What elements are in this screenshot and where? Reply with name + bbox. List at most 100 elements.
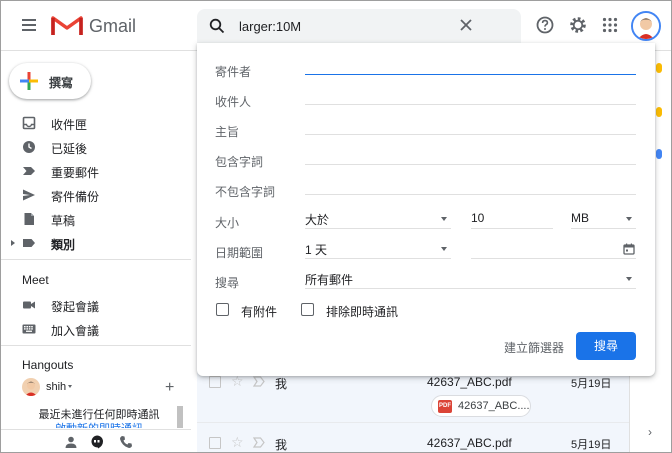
draft-icon <box>24 213 34 225</box>
has-attachment-checkbox[interactable] <box>216 303 229 316</box>
date-input[interactable] <box>471 239 636 259</box>
search-box[interactable]: larger:10M <box>197 9 521 43</box>
meet-join-meeting[interactable]: 加入會議 <box>1 318 191 340</box>
email-date: 5月19日 <box>571 378 612 390</box>
from-field[interactable] <box>305 57 636 75</box>
chevron-down-icon <box>626 217 632 221</box>
has-words-label: 包含字詞 <box>215 155 264 169</box>
not-words-field[interactable] <box>305 177 636 195</box>
expand-caret-icon[interactable] <box>11 240 15 246</box>
inbox-icon <box>22 116 36 130</box>
gear-icon[interactable] <box>568 15 588 35</box>
subject-field[interactable] <box>305 117 636 135</box>
avatar <box>22 378 40 396</box>
exclude-chats-label: 排除即時通訊 <box>326 305 399 319</box>
email-subject: 42637_ABC.pdf <box>427 375 512 389</box>
sidebar-item-categories[interactable]: 類別 <box>1 232 191 254</box>
chevron-down-icon <box>626 277 632 281</box>
hangouts-scrollbar[interactable] <box>177 406 183 428</box>
section-divider <box>1 259 191 260</box>
plus-icon <box>20 72 38 90</box>
video-camera-icon <box>23 301 35 309</box>
subject-label: 主旨 <box>215 125 240 139</box>
size-operator-select[interactable]: 大於 <box>305 209 451 229</box>
sidebar-item-important[interactable]: 重要郵件 <box>1 160 191 182</box>
search-icon[interactable] <box>209 18 225 34</box>
to-field[interactable] <box>305 87 636 105</box>
meet-new-meeting[interactable]: 發起會議 <box>1 294 191 316</box>
size-value-input[interactable]: 10 <box>471 209 553 229</box>
attachment-chip[interactable]: PDF 42637_ABC.... <box>431 395 531 417</box>
search-in-select[interactable]: 所有郵件 <box>305 269 636 289</box>
sidebar-item-label: 類別 <box>51 238 76 252</box>
clock-icon <box>23 141 35 153</box>
chevron-down-icon <box>441 217 447 221</box>
label-icon <box>23 239 35 247</box>
size-value: 10 <box>471 211 485 225</box>
email-sender: 我 <box>275 438 288 452</box>
important-marker-icon[interactable] <box>253 376 265 387</box>
contacts-icon[interactable] <box>656 149 662 159</box>
help-icon[interactable] <box>535 15 555 35</box>
email-sender: 我 <box>275 377 288 391</box>
sidebar-item-label: 重要郵件 <box>51 166 100 180</box>
sidebar-item-snoozed[interactable]: 已延後 <box>1 136 191 158</box>
calendar-icon[interactable] <box>623 243 635 255</box>
keep-icon[interactable] <box>656 63 662 73</box>
chevron-down-icon[interactable] <box>68 385 72 388</box>
phone-icon[interactable] <box>119 435 133 449</box>
star-icon[interactable]: ☆ <box>231 434 244 451</box>
person-icon[interactable] <box>64 435 78 449</box>
chevron-right-icon[interactable]: › <box>648 425 652 439</box>
tasks-icon[interactable] <box>656 107 662 117</box>
gmail-logo-icon[interactable] <box>51 13 83 37</box>
meet-item-label: 發起會議 <box>51 300 100 314</box>
close-icon[interactable] <box>459 18 473 32</box>
not-words-label: 不包含字詞 <box>215 185 276 199</box>
table-row[interactable]: ☆ 我 42637_ABC.pdf 5月19日 <box>197 429 629 452</box>
size-operator-value: 大於 <box>305 213 330 227</box>
gmail-window: Gmail larger:10M 撰寫 收件匣 已延後 重要郵件 寄件備份 草稿… <box>0 0 672 453</box>
compose-button[interactable]: 撰寫 <box>9 63 91 99</box>
send-icon <box>23 189 35 201</box>
hangouts-chat-icon[interactable] <box>90 435 104 449</box>
hangouts-start-link[interactable]: 啟動新的即時通訊 <box>15 420 183 428</box>
size-unit-select[interactable]: MB <box>571 209 636 229</box>
keyboard-icon <box>22 324 36 334</box>
hangouts-title: Hangouts <box>22 358 74 372</box>
sidebar-item-inbox[interactable]: 收件匣 <box>1 112 191 134</box>
main-menu-icon[interactable] <box>19 15 39 35</box>
sidebar-item-sent[interactable]: 寄件備份 <box>1 184 191 206</box>
email-date: 5月19日 <box>571 439 612 451</box>
add-contact-icon[interactable]: + <box>165 379 174 397</box>
important-icon <box>23 167 35 175</box>
row-checkbox[interactable] <box>209 376 221 388</box>
email-subject: 42637_ABC.pdf <box>427 436 512 450</box>
sidebar-item-label: 草稿 <box>51 214 76 228</box>
row-checkbox[interactable] <box>209 437 221 449</box>
create-filter-button[interactable]: 建立篩選器 <box>504 339 564 356</box>
hangouts-user-name: shih <box>46 381 67 393</box>
sidebar-item-drafts[interactable]: 草稿 <box>1 208 191 230</box>
pdf-icon: PDF <box>438 400 452 413</box>
sidebar-item-label: 收件匣 <box>51 118 88 132</box>
from-label: 寄件者 <box>215 65 252 79</box>
user-face-icon <box>633 13 659 39</box>
search-query[interactable]: larger:10M <box>239 19 301 34</box>
exclude-chats-checkbox[interactable] <box>301 303 314 316</box>
search-button[interactable]: 搜尋 <box>576 332 636 360</box>
hangouts-user[interactable]: shih <box>22 378 182 398</box>
attachment-name: 42637_ABC.... <box>458 400 530 412</box>
date-range-select[interactable]: 1 天 <box>305 239 451 259</box>
size-unit-value: MB <box>571 211 589 225</box>
has-words-field[interactable] <box>305 147 636 165</box>
date-range-value: 1 天 <box>305 243 328 257</box>
important-marker-icon[interactable] <box>253 437 265 448</box>
section-divider <box>1 345 191 346</box>
account-avatar[interactable] <box>631 11 661 41</box>
apps-grid-icon[interactable] <box>600 15 620 35</box>
size-label: 大小 <box>215 216 240 230</box>
app-name: Gmail <box>89 16 137 36</box>
meet-title: Meet <box>22 273 49 287</box>
advanced-search-panel: 寄件者 收件人 主旨 包含字詞 不包含字詞 大小 大於 10 MB 日期範圍 1… <box>197 43 655 376</box>
